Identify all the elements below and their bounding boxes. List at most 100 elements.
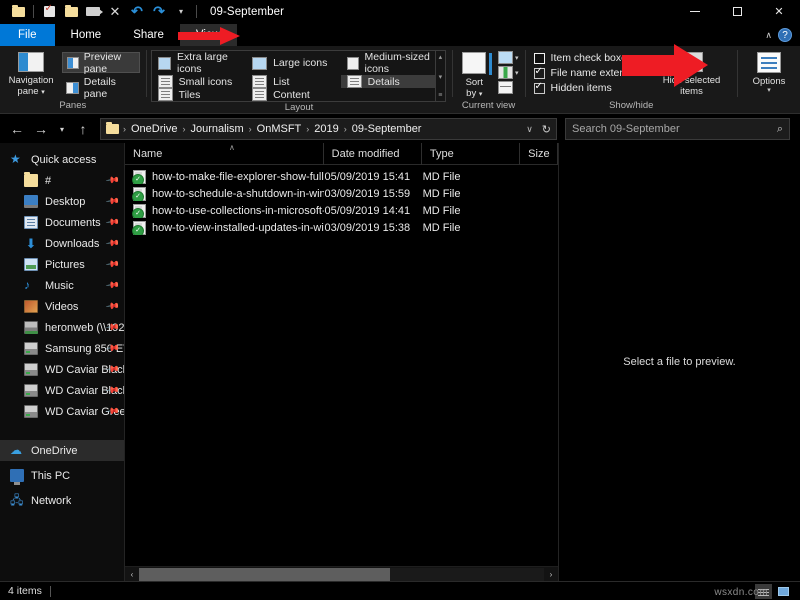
sort-by-label[interactable]: Sortby ▾: [466, 77, 483, 100]
size-all-columns-button[interactable]: [498, 81, 519, 94]
layout-gallery-scrollbar[interactable]: ▴ ▾ ≡: [436, 50, 445, 102]
rename-icon[interactable]: [83, 2, 103, 22]
layout-list[interactable]: List: [246, 75, 341, 88]
tab-view[interactable]: View: [180, 24, 237, 46]
layout-details[interactable]: Details: [341, 75, 436, 88]
tab-file[interactable]: File: [0, 24, 55, 46]
sidebar-item-heronweb[interactable]: heronweb (\\192 📌: [0, 317, 124, 338]
pin-icon[interactable]: 📌: [105, 173, 121, 189]
close-icon[interactable]: ✕: [105, 2, 125, 22]
table-row[interactable]: how-to-use-collections-in-microsoft-ed..…: [125, 202, 558, 219]
breadcrumb-onedrive[interactable]: OneDrive: [128, 123, 180, 135]
large-icons-view-button[interactable]: [775, 584, 792, 599]
hidden-items-option[interactable]: Hidden items: [534, 82, 645, 94]
column-header-date-modified[interactable]: Date modified: [324, 143, 422, 165]
forward-button[interactable]: →: [30, 118, 52, 140]
breadcrumb-2019[interactable]: 2019: [311, 123, 341, 135]
column-header-size[interactable]: Size: [520, 143, 558, 165]
gallery-more-icon[interactable]: ≡: [438, 92, 442, 99]
pin-icon[interactable]: 📌: [105, 257, 121, 273]
up-button[interactable]: ↑: [72, 118, 94, 140]
checkbox-icon[interactable]: [534, 83, 545, 94]
scrollbar-thumb[interactable]: [139, 568, 390, 581]
pin-icon[interactable]: 📌: [105, 236, 121, 252]
minimize-button[interactable]: [674, 0, 716, 24]
table-row[interactable]: how-to-schedule-a-shutdown-in-windo... 0…: [125, 185, 558, 202]
sidebar-item-wd-caviar-green[interactable]: WD Caviar Greer 📌: [0, 401, 124, 422]
collapse-ribbon-icon[interactable]: ∧: [765, 30, 772, 41]
hide-selected-items-button[interactable]: Hide selecteditems: [659, 50, 725, 97]
checkbox-icon[interactable]: [534, 68, 545, 79]
refresh-icon[interactable]: ↻: [542, 123, 551, 136]
checkbox-icon[interactable]: [534, 53, 545, 64]
search-input[interactable]: Search 09-September ⌕: [565, 118, 790, 140]
sidebar-item-onedrive[interactable]: ☁ OneDrive: [0, 440, 124, 461]
sidebar-item-hash[interactable]: # 📌: [0, 170, 124, 191]
sidebar-item-downloads[interactable]: ⬇ Downloads 📌: [0, 233, 124, 254]
folder-icon[interactable]: [8, 2, 28, 22]
redo-icon[interactable]: ↷: [149, 2, 169, 22]
preview-pane-button[interactable]: Preview pane: [62, 52, 139, 73]
column-header-name[interactable]: Name ∧: [125, 143, 324, 165]
sidebar-item-music[interactable]: ♪ Music 📌: [0, 275, 124, 296]
scroll-down-icon[interactable]: ▾: [439, 73, 443, 81]
chevron-down-icon[interactable]: ▾: [767, 87, 771, 94]
scroll-right-icon[interactable]: ›: [544, 570, 558, 579]
details-pane-button[interactable]: Details pane: [62, 77, 139, 98]
table-row[interactable]: how-to-view-installed-updates-in-windo..…: [125, 219, 558, 236]
sidebar-item-network[interactable]: 🖧 Network: [0, 490, 124, 511]
navigation-pane-button[interactable]: Navigationpane ▾: [6, 50, 56, 98]
pin-icon[interactable]: 📌: [105, 194, 121, 210]
sidebar-item-documents[interactable]: Documents 📌: [0, 212, 124, 233]
sidebar-item-samsung-850[interactable]: Samsung 850 EV 📌: [0, 338, 124, 359]
layout-small-icons[interactable]: Small icons: [152, 75, 247, 88]
back-button[interactable]: ←: [6, 118, 28, 140]
breadcrumb[interactable]: › OneDrive › Journalism › OnMSFT › 2019 …: [100, 118, 557, 140]
breadcrumb-current[interactable]: 09-September: [349, 123, 425, 135]
pin-icon[interactable]: 📌: [105, 278, 121, 294]
group-by-button[interactable]: ▾: [498, 51, 519, 64]
sidebar-item-videos[interactable]: Videos 📌: [0, 296, 124, 317]
close-button[interactable]: ✕: [758, 0, 800, 24]
recent-locations-button[interactable]: ▾: [54, 118, 70, 140]
help-icon[interactable]: ?: [778, 28, 792, 42]
pin-icon[interactable]: 📌: [105, 215, 121, 231]
sidebar-item-wd-caviar-black-1[interactable]: WD Caviar Black 📌: [0, 359, 124, 380]
scroll-up-icon[interactable]: ▴: [439, 53, 443, 61]
chevron-down-icon[interactable]: ▾: [171, 2, 191, 22]
maximize-button[interactable]: [716, 0, 758, 24]
layout-medium-icons[interactable]: Medium-sized icons: [341, 51, 436, 75]
pin-icon[interactable]: 📌: [105, 299, 121, 315]
sidebar-item-wd-caviar-black-2[interactable]: WD Caviar Black 📌: [0, 380, 124, 401]
chevron-down-icon[interactable]: ∨: [526, 124, 533, 135]
item-check-boxes-option[interactable]: Item check boxes: [534, 52, 645, 64]
file-name: how-to-use-collections-in-microsoft-ed..…: [152, 205, 324, 217]
tab-share[interactable]: Share: [117, 24, 180, 46]
breadcrumb-onmsft[interactable]: OnMSFT: [254, 123, 305, 135]
options-button[interactable]: Options ▾: [744, 50, 794, 94]
sidebar-item-desktop[interactable]: Desktop 📌: [0, 191, 124, 212]
undo-icon[interactable]: ↶: [127, 2, 147, 22]
properties-icon[interactable]: [39, 2, 59, 22]
sidebar-item-pictures[interactable]: Pictures 📌: [0, 254, 124, 275]
scrollbar-track[interactable]: [139, 568, 544, 581]
table-row[interactable]: how-to-make-file-explorer-show-full-pa..…: [125, 168, 558, 185]
horizontal-scrollbar[interactable]: ‹ ›: [125, 566, 558, 581]
layout-large-icons[interactable]: Large icons: [246, 51, 341, 75]
star-icon: ★: [10, 153, 24, 166]
details-view-button[interactable]: [755, 584, 772, 599]
layout-extra-large-icons[interactable]: Extra large icons: [152, 51, 247, 75]
scroll-left-icon[interactable]: ‹: [125, 570, 139, 579]
file-name-extension-option[interactable]: File name extension: [534, 67, 645, 79]
tab-home[interactable]: Home: [55, 24, 118, 46]
sidebar-item-this-pc[interactable]: This PC: [0, 465, 124, 486]
new-folder-icon[interactable]: [61, 2, 81, 22]
search-icon[interactable]: ⌕: [777, 123, 783, 136]
layout-content[interactable]: Content: [246, 88, 341, 101]
videos-icon: [24, 300, 38, 313]
sidebar-item-quick-access[interactable]: ★ Quick access: [0, 149, 124, 170]
breadcrumb-journalism[interactable]: Journalism: [187, 123, 246, 135]
layout-tiles[interactable]: Tiles: [152, 88, 247, 101]
column-header-type[interactable]: Type: [422, 143, 520, 165]
add-columns-button[interactable]: ▾: [498, 66, 519, 79]
